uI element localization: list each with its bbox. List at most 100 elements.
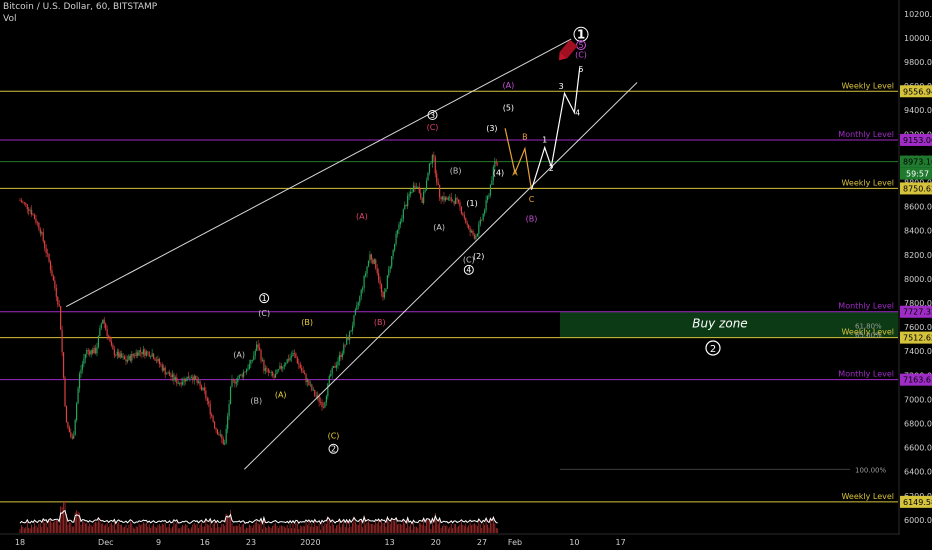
time-tick-label: Dec <box>98 538 113 547</box>
candle-body <box>468 224 470 229</box>
candle-body <box>452 200 454 202</box>
candle-body <box>71 436 73 439</box>
level-label: Monthly Level <box>838 370 894 379</box>
candle-body <box>459 202 461 207</box>
time-tick-label: 27 <box>477 538 487 547</box>
candle-body <box>155 360 158 362</box>
wave-label: (A) <box>503 81 515 90</box>
candle-body <box>479 219 481 225</box>
candle-body <box>109 337 111 342</box>
candle-body <box>209 403 211 415</box>
candle-body <box>473 234 476 239</box>
candle-body <box>402 209 404 219</box>
candle-body <box>167 372 169 374</box>
candle-body <box>497 162 499 164</box>
candle-body <box>382 292 384 298</box>
candle-body <box>116 351 118 356</box>
candle-body <box>64 377 66 407</box>
candle-body <box>119 353 121 358</box>
candle-body <box>103 319 105 324</box>
candle-body <box>258 347 261 351</box>
candle-body <box>285 363 287 365</box>
candle-body <box>58 304 60 307</box>
candle-body <box>141 351 143 355</box>
price-tag-text: 7727.32 <box>903 308 932 317</box>
candle-body <box>283 364 285 367</box>
candle-body <box>428 163 431 173</box>
candle-body <box>131 354 133 361</box>
candle-body <box>450 197 452 202</box>
candle-body <box>251 359 253 361</box>
candle-body <box>51 270 53 277</box>
level-label: Monthly Level <box>838 302 894 311</box>
candle-body <box>39 229 41 234</box>
time-tick-label: 23 <box>246 538 256 547</box>
candle-body <box>240 374 242 376</box>
candle-body <box>350 330 352 332</box>
candle-body <box>359 296 361 303</box>
candle-body <box>38 222 40 230</box>
wave-label: 4 <box>575 108 580 117</box>
candle-body <box>274 373 277 378</box>
btc-chart[interactable]: Buy zone2 Weekly LevelMonthly LevelWeekl… <box>0 0 932 550</box>
candle-body <box>330 373 332 377</box>
candle-body <box>158 358 160 364</box>
candle-body <box>372 259 374 264</box>
candle-body <box>328 376 330 384</box>
candle-body <box>298 363 300 365</box>
candle-body <box>380 284 383 293</box>
candle-body <box>48 253 50 262</box>
candle-body <box>205 390 207 398</box>
price-tick-label: 10200.00 <box>904 10 932 19</box>
candle-body <box>20 200 23 203</box>
candle-body <box>295 353 297 358</box>
candle-body <box>97 335 100 348</box>
candle-body <box>392 250 394 256</box>
price-tag-text: 9556.94 <box>903 87 932 96</box>
candle-body <box>388 268 390 276</box>
candle-body <box>147 351 149 353</box>
candle-body <box>76 403 78 420</box>
candle-body <box>369 254 371 261</box>
candle-body <box>122 356 124 358</box>
candle-body <box>189 378 191 379</box>
time-axis: 18 Dec 9 16 23 2020 13 20 27 Feb 10 17 <box>0 533 900 547</box>
candle-body <box>144 349 146 356</box>
candle-body <box>168 372 171 376</box>
candle-body <box>244 371 246 373</box>
candle-body <box>439 185 441 198</box>
price-axis: 6000.006200.006400.006600.006800.007000.… <box>898 0 932 534</box>
candle-body <box>135 352 137 357</box>
candle-body <box>177 383 179 385</box>
level-label: Weekly Level <box>841 81 894 90</box>
candle-body <box>235 382 237 384</box>
price-tick-label: 7600.00 <box>904 323 932 332</box>
candle-body <box>99 328 101 336</box>
candle-body <box>289 357 291 361</box>
candle-body <box>409 191 412 195</box>
candle-body <box>164 367 166 375</box>
candle-body <box>183 378 185 383</box>
trendlines[interactable] <box>65 38 638 470</box>
candle-body <box>395 233 397 245</box>
wave-label: 1 <box>542 136 547 145</box>
candle-body <box>100 323 102 329</box>
wave-label: C <box>529 195 535 204</box>
wave-label: 3 <box>430 111 435 120</box>
level-label: Weekly Level <box>841 178 894 187</box>
wave-label: (B) <box>374 318 386 327</box>
candle-body <box>206 397 208 402</box>
candle-body <box>418 186 420 193</box>
candle-body <box>292 352 294 357</box>
candle-body <box>154 358 156 361</box>
candle-body <box>166 373 168 375</box>
candle-body <box>363 276 365 288</box>
wave-label: (A) <box>233 351 245 360</box>
candle-body <box>35 219 37 223</box>
candle-body <box>31 210 33 215</box>
candle-body <box>19 200 21 202</box>
time-tick-label: 2020 <box>300 538 320 547</box>
candle-body <box>433 155 435 158</box>
candle-body <box>263 360 265 371</box>
candle-body <box>137 352 139 356</box>
